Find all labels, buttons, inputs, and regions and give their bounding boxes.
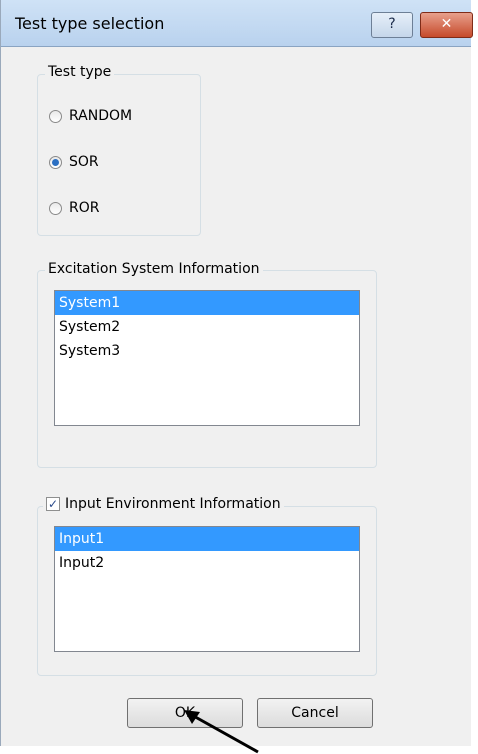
close-button[interactable]: ✕ bbox=[420, 12, 473, 38]
radio-random-label: RANDOM bbox=[69, 108, 133, 124]
radio-sor-label: SOR bbox=[69, 154, 99, 170]
radio-ror-label: ROR bbox=[69, 200, 100, 216]
radio-ror[interactable]: ROR bbox=[49, 200, 99, 216]
radio-sor-dot[interactable] bbox=[49, 155, 62, 169]
test-type-options: RANDOM SOR ROR bbox=[37, 74, 199, 234]
dialog-window: Test type selection ? ✕ Test type RANDOM… bbox=[0, 0, 473, 746]
input-env-listbox[interactable]: Input1 Input2 bbox=[54, 526, 360, 652]
cancel-button[interactable]: Cancel bbox=[257, 698, 373, 728]
help-icon: ? bbox=[388, 16, 396, 32]
window-title: Test type selection bbox=[15, 14, 165, 33]
pointer-arrow-icon bbox=[184, 710, 259, 754]
help-button[interactable]: ? bbox=[371, 12, 413, 38]
list-item-input1[interactable]: Input1 bbox=[55, 527, 359, 551]
list-item-system1[interactable]: System1 bbox=[55, 291, 359, 315]
list-item-input2[interactable]: Input2 bbox=[55, 551, 359, 575]
list-item-system2[interactable]: System2 bbox=[55, 315, 359, 339]
radio-random[interactable]: RANDOM bbox=[49, 108, 132, 124]
excitation-listbox[interactable]: System1 System2 System3 bbox=[54, 290, 360, 426]
excitation-legend: Excitation System Information bbox=[45, 261, 263, 277]
radio-ror-dot[interactable] bbox=[49, 201, 62, 215]
title-bar: Test type selection ? ✕ bbox=[1, 0, 473, 47]
radio-random-dot[interactable] bbox=[49, 109, 62, 123]
input-env-header: ✓ Input Environment Information bbox=[43, 496, 284, 512]
radio-sor[interactable]: SOR bbox=[49, 154, 99, 170]
input-env-legend: Input Environment Information bbox=[65, 496, 281, 512]
close-icon: ✕ bbox=[440, 16, 453, 32]
input-env-checkbox[interactable]: ✓ bbox=[46, 497, 60, 511]
list-item-system3[interactable]: System3 bbox=[55, 339, 359, 363]
